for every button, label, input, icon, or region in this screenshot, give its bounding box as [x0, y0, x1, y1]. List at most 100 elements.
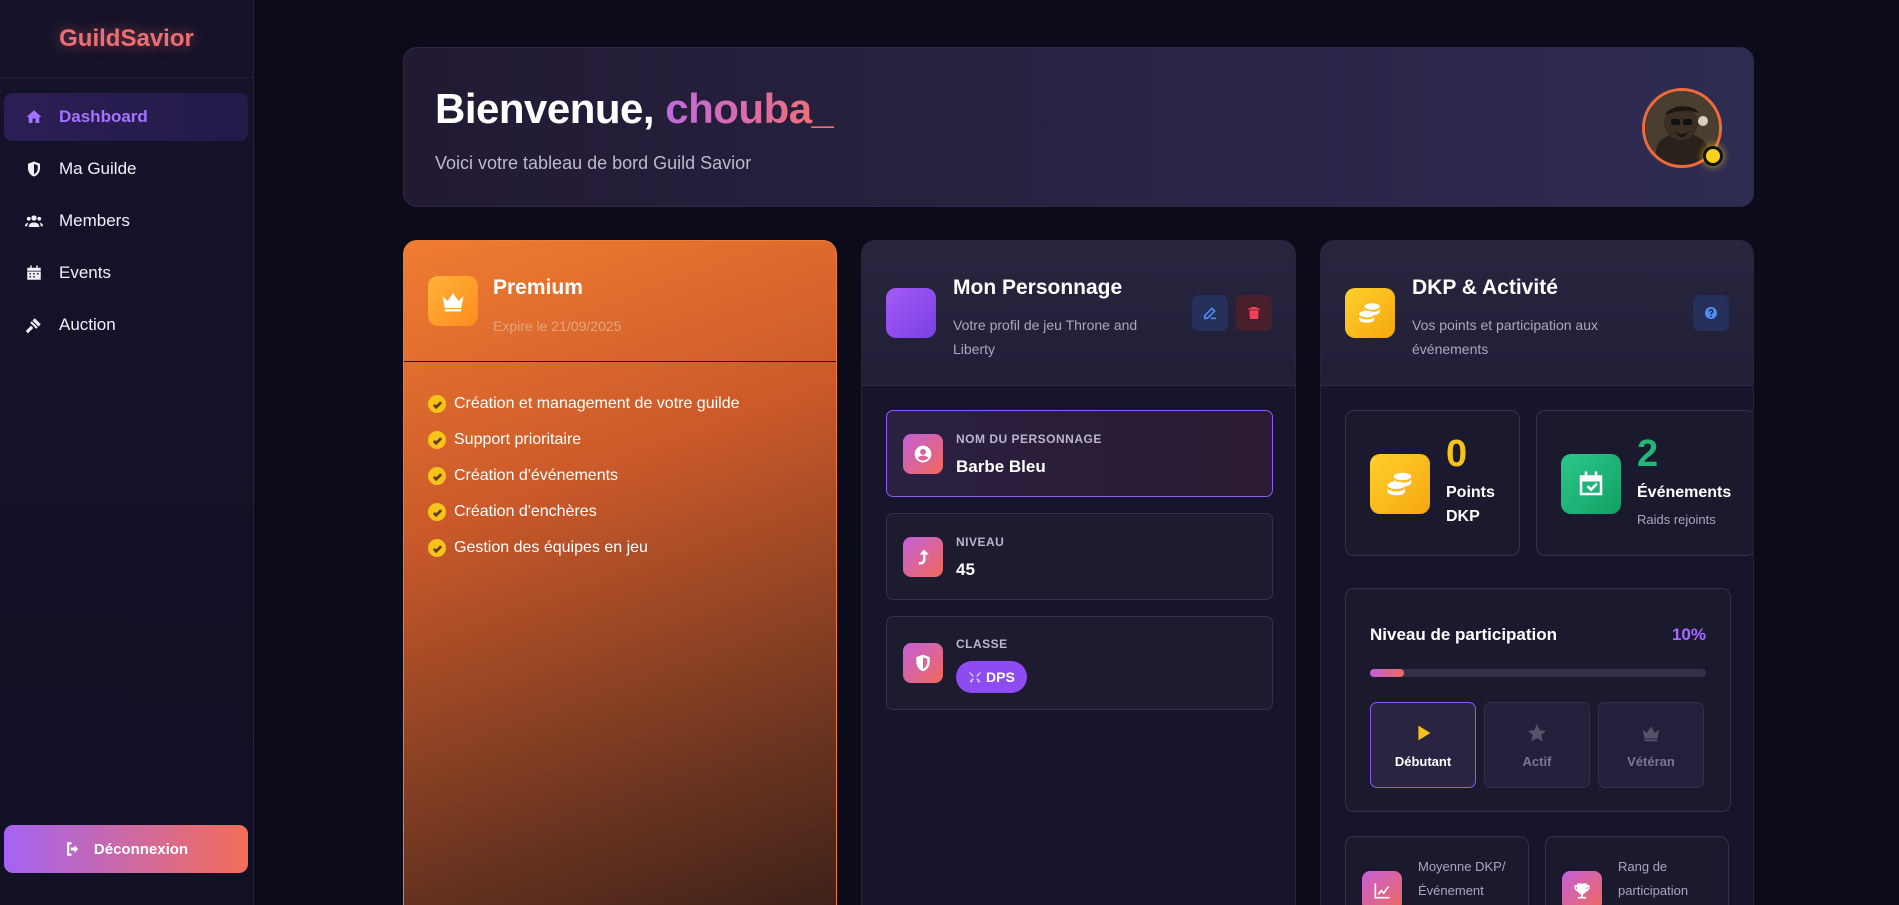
sidebar-item-label: Events [59, 263, 111, 282]
character-name-field[interactable]: NOM DU PERSONNAGE Barbe Bleu [886, 410, 1273, 497]
level-label: Actif [1522, 753, 1552, 769]
dkp-subtitle: Vos points et participation aux événemen… [1412, 317, 1599, 357]
participation-panel: Niveau de participation 10% Débutant Act… [1345, 588, 1731, 812]
check-icon [428, 467, 446, 485]
sidebar-nav: Dashboard Ma Guilde Members Events Aucti… [0, 78, 253, 349]
sidebar-item-ma-guilde[interactable]: Ma Guilde [4, 145, 248, 193]
premium-card-header: Premium Expire le 21/09/2025 [404, 241, 836, 362]
sidebar-item-label: Auction [59, 315, 116, 334]
character-class-field: CLASSE DPS [886, 616, 1273, 710]
sidebar-item-members[interactable]: Members [4, 197, 248, 245]
delete-character-button[interactable] [1236, 295, 1272, 331]
greeting-text: Bienvenue, [435, 85, 666, 132]
calendar-icon [24, 263, 44, 283]
character-name-value: Barbe Bleu [956, 457, 1046, 476]
gavel-icon [24, 315, 44, 335]
edit-character-button[interactable] [1192, 295, 1228, 331]
sidebar-item-auction[interactable]: Auction [4, 301, 248, 349]
feature-label: Création et management de votre guilde [454, 395, 740, 412]
level-up-icon [903, 537, 943, 577]
sidebar-item-label: Dashboard [59, 107, 148, 126]
check-icon [428, 503, 446, 521]
premium-card: Premium Expire le 21/09/2025 Création et… [403, 240, 837, 905]
username: chouba_ [665, 85, 835, 132]
trophy-icon [1562, 871, 1602, 905]
check-icon [428, 431, 446, 449]
participation-progress-bar [1370, 669, 1706, 677]
sidebar-item-label: Ma Guilde [59, 159, 137, 178]
trash-icon [1248, 307, 1260, 319]
sidebar: GuildSavior Dashboard Ma Guilde Members … [0, 0, 254, 905]
check-icon [428, 539, 446, 557]
sidebar-item-events[interactable]: Events [4, 249, 248, 297]
premium-expiry: Expire le 21/09/2025 [493, 318, 622, 334]
feature-label: Gestion des équipes en jeu [454, 539, 648, 556]
level-label: Vétéran [1627, 753, 1675, 769]
participation-title: Niveau de participation [1370, 625, 1558, 644]
dkp-activity-card: DKP & Activité Vos points et participati… [1320, 240, 1754, 905]
class-label: DPS [986, 669, 1015, 685]
logout-button[interactable]: Déconnexion [4, 825, 248, 873]
level-active[interactable]: Actif [1484, 702, 1590, 788]
crown-icon [428, 276, 478, 326]
class-badge: DPS [956, 661, 1027, 693]
welcome-header: Bienvenue, chouba_ Voici votre tableau d… [403, 47, 1754, 207]
crown-icon [1642, 726, 1660, 741]
events-label: Événements [1637, 484, 1732, 501]
help-button[interactable] [1693, 295, 1729, 331]
brand-logo[interactable]: GuildSavior [0, 0, 253, 78]
list-item: Gestion des équipes en jeu [428, 530, 812, 566]
home-icon [24, 107, 44, 127]
events-sublabel: Raids rejoints [1637, 512, 1716, 527]
dkp-title: DKP & Activité [1412, 276, 1558, 299]
level-veteran[interactable]: Vétéran [1598, 702, 1704, 788]
welcome-subtitle: Voici votre tableau de bord Guild Savior [435, 153, 752, 173]
user-circle-icon [903, 434, 943, 474]
play-icon [1418, 725, 1431, 740]
sidebar-item-dashboard[interactable]: Dashboard [4, 93, 248, 141]
shield-icon [24, 159, 44, 179]
list-item: Création et management de votre guilde [428, 386, 812, 422]
character-card-header: Mon Personnage Votre profil de jeu Thron… [862, 241, 1295, 386]
welcome-title: Bienvenue, chouba_ [435, 85, 835, 133]
participation-rank-label: Rang de participation [1618, 859, 1689, 898]
premium-features-list: Création et management de votre guilde S… [404, 362, 836, 590]
crossed-swords-icon [969, 671, 981, 683]
participation-rank-stat: Rang de participation [1545, 836, 1729, 905]
average-dkp-stat: Moyenne DKP/ Événement [1345, 836, 1529, 905]
events-stat: 2 Événements Raids rejoints [1536, 410, 1753, 556]
online-status-indicator [1703, 146, 1723, 166]
sidebar-item-label: Members [59, 211, 130, 230]
events-value: 2 [1637, 433, 1659, 475]
character-title: Mon Personnage [953, 276, 1123, 299]
premium-title: Premium [493, 276, 583, 299]
question-icon [1705, 307, 1717, 319]
star-icon [1527, 723, 1547, 742]
feature-label: Création d'événements [454, 467, 619, 484]
avatar[interactable] [1642, 88, 1723, 169]
average-dkp-label: Moyenne DKP/ Événement [1418, 859, 1506, 898]
calendar-check-icon [1561, 454, 1621, 514]
character-card: Mon Personnage Votre profil de jeu Thron… [861, 240, 1296, 905]
participation-progress-fill [1370, 669, 1404, 677]
coins-icon [1370, 454, 1430, 514]
dkp-points-value: 0 [1446, 433, 1468, 475]
shield-icon [903, 643, 943, 683]
list-item: Création d'enchères [428, 494, 812, 530]
coins-icon [1345, 288, 1395, 338]
list-item: Création d'événements [428, 458, 812, 494]
level-label: Débutant [1394, 753, 1452, 769]
chart-line-icon [1362, 871, 1402, 905]
brand-name: GuildSavior [59, 24, 194, 52]
character-level-value: 45 [956, 560, 975, 579]
character-subtitle: Votre profil de jeu Throne and Liberty [953, 317, 1138, 357]
dkp-card-header: DKP & Activité Vos points et participati… [1321, 241, 1753, 386]
field-label: NIVEAU [956, 535, 1005, 549]
edit-icon [1203, 307, 1216, 320]
check-icon [428, 395, 446, 413]
users-icon [24, 211, 44, 231]
feature-label: Support prioritaire [454, 431, 582, 448]
dkp-points-label: Points DKP [1446, 484, 1495, 525]
level-beginner[interactable]: Débutant [1370, 702, 1476, 788]
list-item: Support prioritaire [428, 422, 812, 458]
